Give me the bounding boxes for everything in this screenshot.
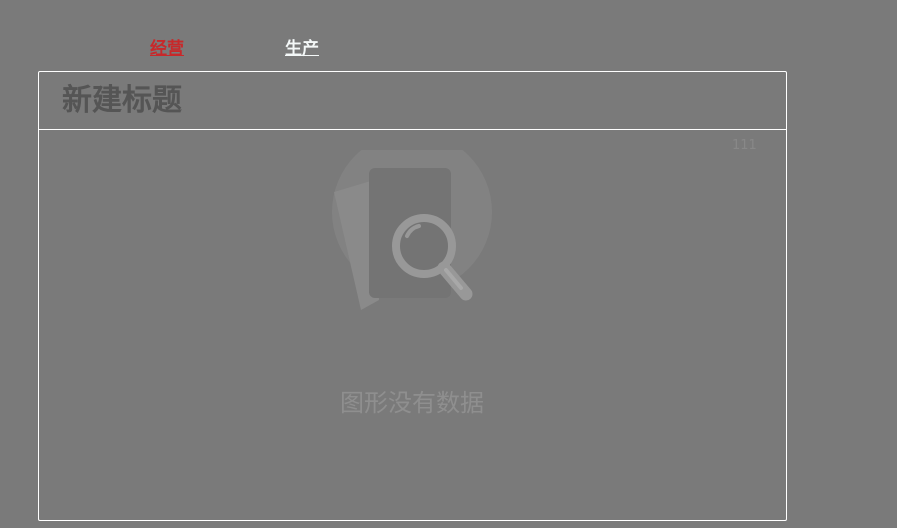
tab-jingying[interactable]: 经营 bbox=[150, 38, 184, 60]
no-data-magnifier-icon bbox=[332, 150, 492, 310]
corner-label: 111 bbox=[732, 138, 757, 153]
panel-title: 新建标题 bbox=[62, 83, 182, 118]
panel-header: 新建标题 bbox=[39, 72, 786, 130]
tab-shengchan[interactable]: 生产 bbox=[285, 38, 319, 60]
chart-panel: 新建标题 111 图形没有数据 bbox=[38, 71, 787, 521]
empty-state-message: 图形没有数据 bbox=[340, 389, 484, 417]
